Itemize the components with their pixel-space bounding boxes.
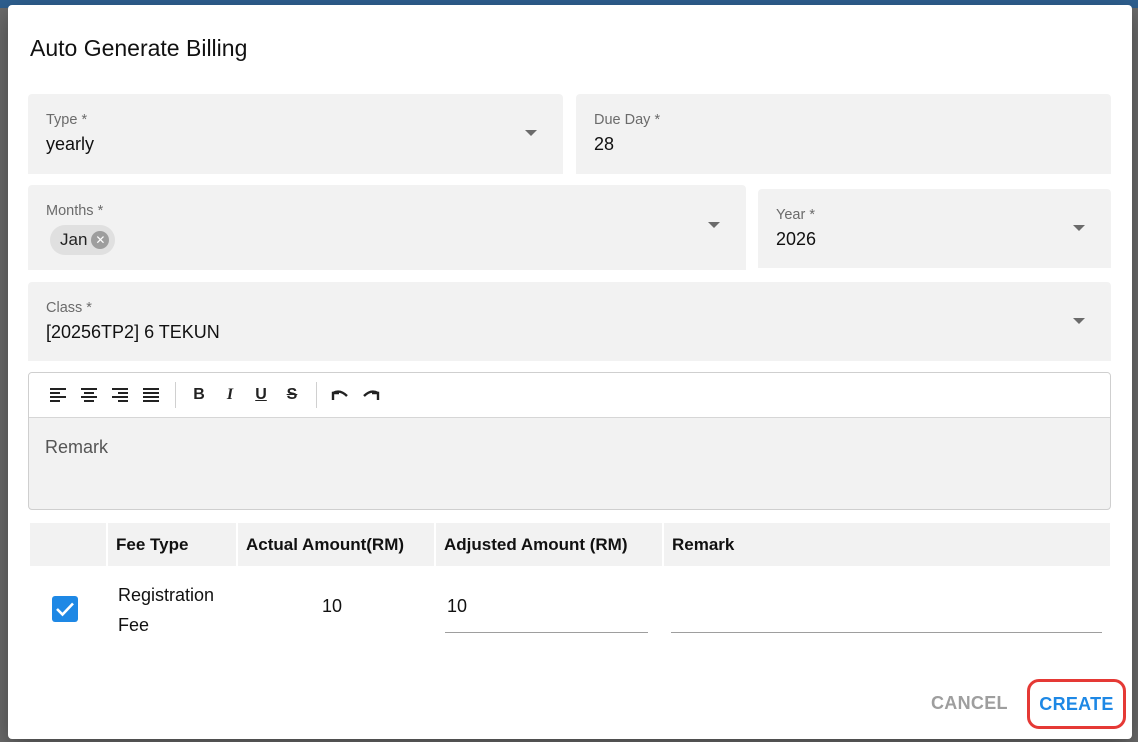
- redo-icon[interactable]: [356, 380, 386, 410]
- chevron-down-icon: [708, 222, 720, 228]
- toolbar-divider: [316, 382, 317, 408]
- type-value: yearly: [46, 134, 95, 154]
- align-right-icon[interactable]: [105, 380, 135, 410]
- align-justify-icon[interactable]: [136, 380, 166, 410]
- table-header: Fee Type Actual Amount(RM) Adjusted Amou…: [30, 523, 1110, 566]
- due-day-label: Due Day *: [594, 112, 661, 128]
- adjusted-amount-input[interactable]: 10: [445, 596, 648, 633]
- row-checkbox[interactable]: [52, 596, 78, 622]
- due-day-field[interactable]: Due Day * 28: [576, 94, 1111, 174]
- fee-type-cell: Registration Fee: [118, 585, 215, 635]
- month-chip: Jan ✕: [50, 225, 116, 255]
- type-select[interactable]: Type * yearly: [28, 94, 563, 174]
- class-select[interactable]: Class * [20256TP2] 6 TEKUN: [28, 282, 1111, 361]
- remark-header: Remark: [664, 523, 1110, 566]
- due-day-value: 28: [594, 134, 615, 154]
- class-value: [20256TP2] 6 TEKUN: [46, 322, 220, 342]
- month-chip-label: Jan: [60, 230, 88, 249]
- align-center-icon[interactable]: [74, 380, 104, 410]
- row-remark-input[interactable]: [671, 596, 1102, 633]
- year-select[interactable]: Year * 2026: [758, 189, 1111, 268]
- chevron-down-icon: [525, 130, 537, 136]
- fee-type-header: Fee Type: [108, 523, 236, 566]
- year-label: Year *: [776, 207, 815, 223]
- toolbar-divider: [175, 382, 176, 408]
- bold-icon[interactable]: B: [184, 380, 214, 410]
- align-left-icon[interactable]: [43, 380, 73, 410]
- select-column-header: [30, 523, 106, 566]
- actual-amount-header: Actual Amount(RM): [238, 523, 434, 566]
- chevron-down-icon: [1073, 318, 1085, 324]
- adjusted-amount-value: 10: [447, 596, 468, 616]
- class-label: Class *: [46, 300, 92, 316]
- type-label: Type *: [46, 112, 88, 128]
- remark-placeholder: Remark: [45, 437, 109, 457]
- remark-editor[interactable]: B I U S Remark: [28, 372, 1111, 510]
- months-label: Months *: [46, 203, 104, 219]
- auto-generate-billing-dialog: Auto Generate Billing Type * yearly Due …: [8, 5, 1132, 739]
- underline-icon[interactable]: U: [246, 380, 276, 410]
- months-select[interactable]: Months * Jan ✕: [28, 185, 746, 270]
- fee-table: Fee Type Actual Amount(RM) Adjusted Amou…: [30, 523, 1110, 646]
- dialog-title: Auto Generate Billing: [30, 35, 248, 61]
- adjusted-amount-header: Adjusted Amount (RM): [436, 523, 662, 566]
- cancel-button[interactable]: CANCEL: [931, 693, 1008, 714]
- chevron-down-icon: [1073, 225, 1085, 231]
- editor-toolbar: B I U S: [29, 373, 1110, 418]
- create-button-highlight: CREATE: [1027, 679, 1126, 729]
- table-row: Registration Fee 10 10: [30, 566, 1110, 646]
- strikethrough-icon[interactable]: S: [277, 380, 307, 410]
- year-value: 2026: [776, 229, 817, 249]
- actual-amount-cell: 10: [322, 596, 343, 616]
- create-button[interactable]: CREATE: [1039, 694, 1113, 715]
- chip-remove-icon[interactable]: ✕: [91, 231, 110, 249]
- italic-icon[interactable]: I: [215, 380, 245, 410]
- undo-icon[interactable]: [325, 380, 355, 410]
